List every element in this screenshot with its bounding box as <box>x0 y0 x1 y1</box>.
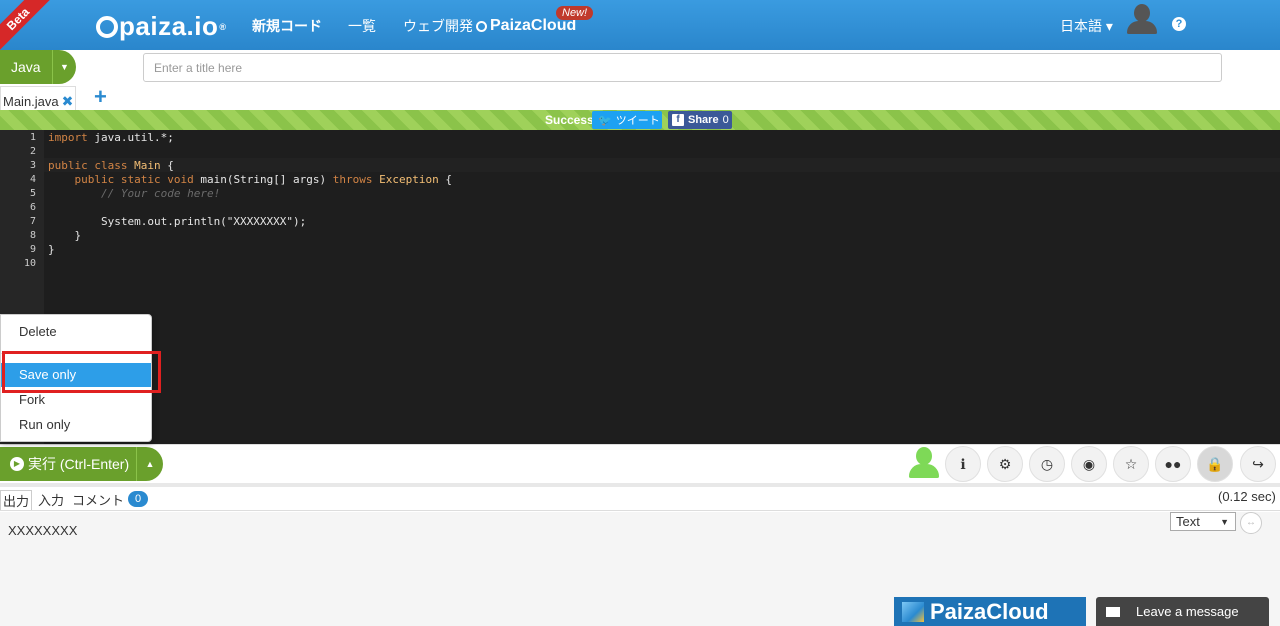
line-number: 3 <box>29 160 36 171</box>
language-label: Java <box>11 59 41 75</box>
code-line: // Your code here! <box>100 187 221 200</box>
facebook-icon: f <box>672 114 684 126</box>
paiza-logo[interactable]: paiza.io ® <box>96 11 227 42</box>
code-editor[interactable]: 1 2 3 4 5 6 7 8 9 10 import java.util.*;… <box>0 130 1280 444</box>
star-icon[interactable]: ☆ <box>1113 446 1149 482</box>
line-number: 4 <box>29 174 36 185</box>
title-input[interactable] <box>143 53 1222 82</box>
add-file-icon[interactable]: + <box>94 86 107 108</box>
nav-web-dev[interactable]: ウェブ開発 PaizaCloud <box>403 16 576 36</box>
tab-comments[interactable]: コメント <box>72 490 124 509</box>
output-format-select[interactable]: Text ▼ <box>1170 512 1236 531</box>
output-panel <box>0 512 1280 626</box>
info-icon[interactable]: ℹ <box>945 446 981 482</box>
highlight-annotation <box>2 351 161 393</box>
github-icon[interactable]: ◉ <box>1071 446 1107 482</box>
line-number: 2 <box>29 146 36 157</box>
nav-new-code[interactable]: 新規コード <box>252 16 322 36</box>
twitter-icon: 🐦 <box>598 114 612 127</box>
paizacloud-banner[interactable]: PaizaCloud <box>894 597 1086 626</box>
menu-item-delete[interactable]: Delete <box>1 320 151 344</box>
gear-icon[interactable]: ⚙ <box>987 446 1023 482</box>
copy-output-icon[interactable]: ↔ <box>1240 512 1262 534</box>
line-number: 5 <box>29 188 36 199</box>
clock-icon[interactable]: ◷ <box>1029 446 1065 482</box>
file-tab-main[interactable]: Main.java ✖ <box>0 86 77 110</box>
line-number: 8 <box>29 230 36 241</box>
tweet-button[interactable]: 🐦 ツイート <box>592 111 662 129</box>
tab-output[interactable]: 出力 <box>0 490 33 510</box>
success-label: Success <box>545 113 594 127</box>
chevron-down-icon: ▼ <box>1220 516 1229 527</box>
close-icon[interactable]: ✖ <box>62 93 74 110</box>
logo-ring-icon <box>96 15 118 38</box>
code-line: } <box>48 243 55 256</box>
online-user-icon <box>907 446 941 480</box>
tab-input[interactable]: 入力 <box>38 490 64 509</box>
execution-time: (0.12 sec) <box>1218 489 1276 504</box>
envelope-icon <box>1106 606 1120 617</box>
output-text: XXXXXXXX <box>8 523 78 538</box>
comment-count-badge: 0 <box>128 491 148 507</box>
line-number: 1 <box>29 132 36 143</box>
nav-list[interactable]: 一覧 <box>348 16 376 36</box>
paizacloud-cube-icon <box>902 601 924 622</box>
user-avatar-icon[interactable] <box>1126 4 1158 36</box>
share-icon[interactable]: ↪ <box>1240 446 1276 482</box>
play-icon: ▶ <box>10 457 24 471</box>
language-dropdown[interactable]: 日本語 ▾ <box>1060 16 1113 36</box>
help-icon[interactable]: ? <box>1172 17 1186 31</box>
active-line <box>44 158 1280 172</box>
file-tab-label: Main.java <box>3 93 59 109</box>
beta-ribbon: Beta <box>0 0 60 60</box>
line-number: 6 <box>29 202 36 213</box>
users-icon[interactable]: ●● <box>1155 446 1191 482</box>
code-line: } <box>48 229 82 242</box>
new-badge: New! <box>556 6 594 20</box>
line-number: 7 <box>29 216 36 227</box>
lock-icon[interactable]: 🔒 <box>1197 446 1233 482</box>
output-tabs <box>0 487 1280 511</box>
line-number: 10 <box>23 258 36 269</box>
run-options-chevron-icon[interactable]: ▲ <box>136 447 163 481</box>
leave-message-button[interactable]: Leave a message <box>1096 597 1269 626</box>
code-line: public class Main { <box>48 159 174 172</box>
run-button[interactable]: ▶ 実行 (Ctrl-Enter) ▲ <box>0 447 163 481</box>
facebook-share-button[interactable]: f Share 0 <box>668 111 732 129</box>
code-line: System.out.println("XXXXXXXX"); <box>48 215 307 228</box>
line-number: 9 <box>29 244 36 255</box>
paizacloud-mini-icon <box>476 20 487 32</box>
code-line: import java.util.*; <box>48 131 174 144</box>
menu-item-run-only[interactable]: Run only <box>1 413 151 437</box>
code-line: public static void main(String[] args) t… <box>74 173 453 186</box>
